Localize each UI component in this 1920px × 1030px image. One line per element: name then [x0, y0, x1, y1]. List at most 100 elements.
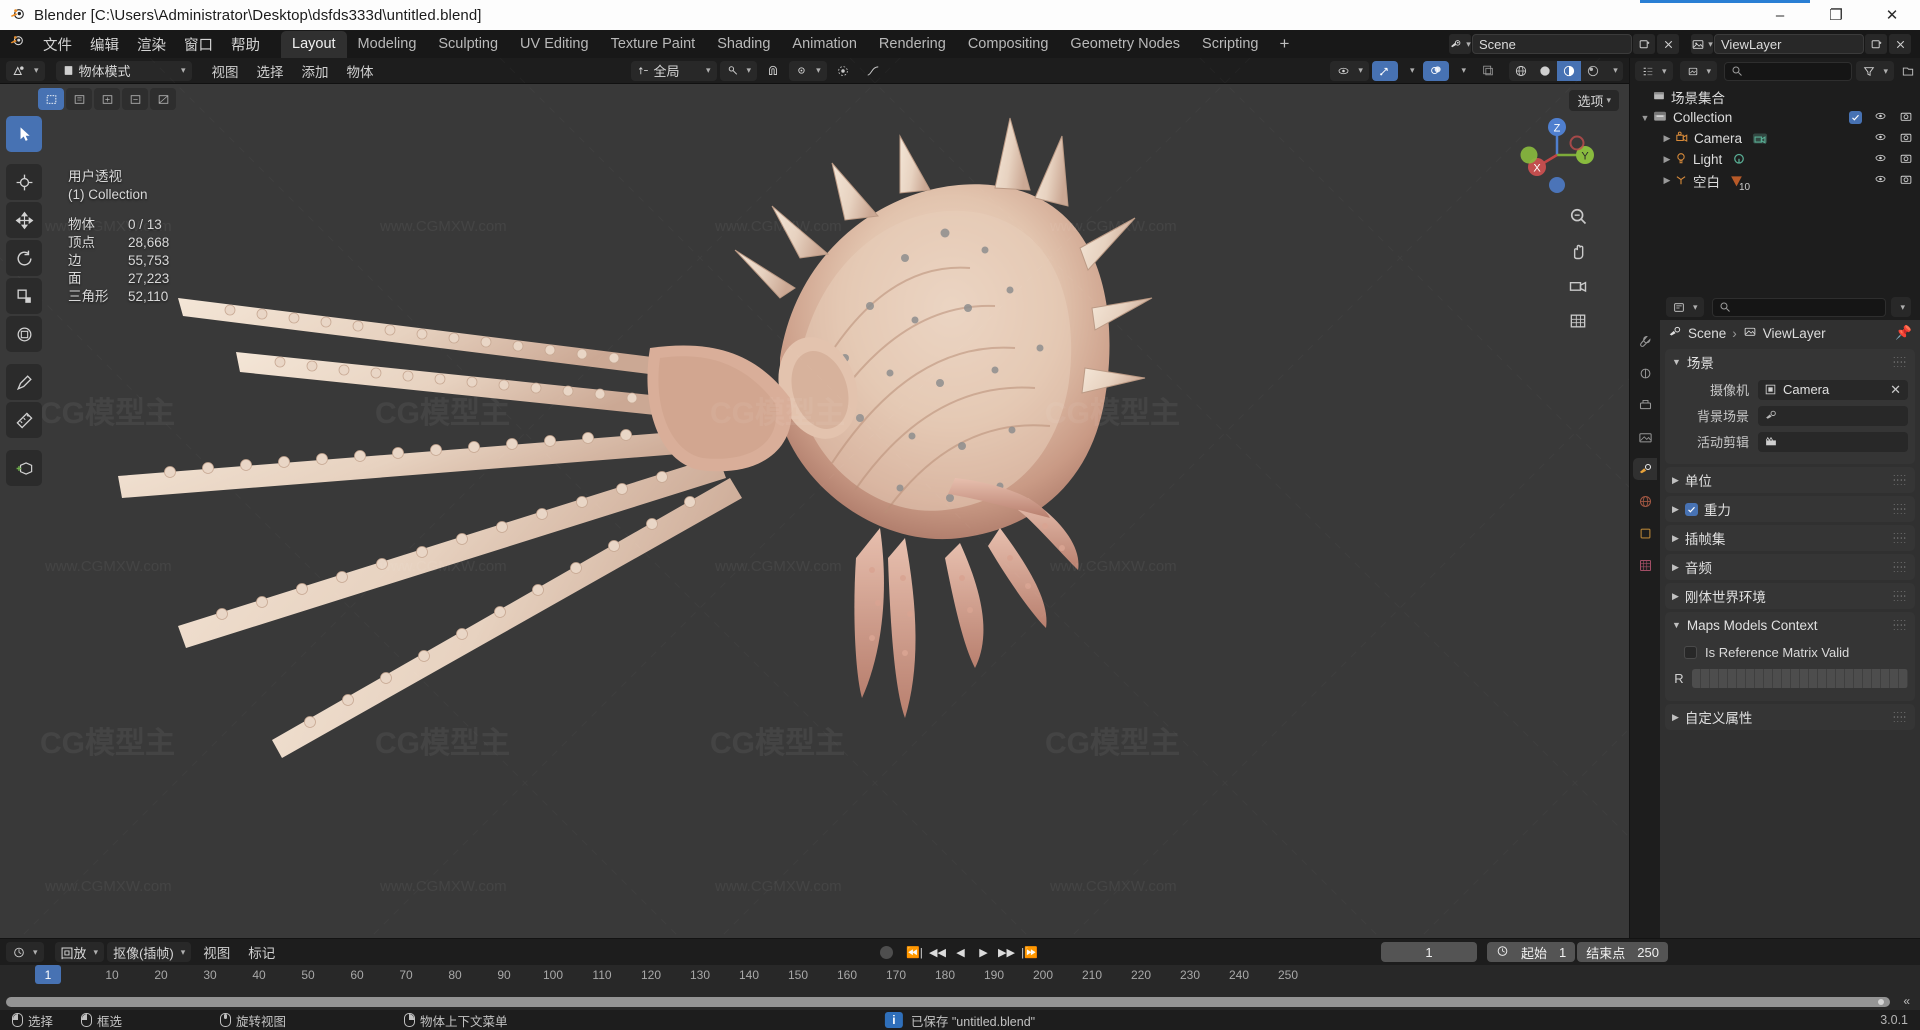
- tab-shading[interactable]: Shading: [706, 31, 781, 58]
- properties-search-input[interactable]: [1711, 297, 1887, 317]
- tab-compositing[interactable]: Compositing: [957, 31, 1060, 58]
- menu-help[interactable]: 帮助: [222, 31, 269, 58]
- tab-render-properties[interactable]: [1633, 362, 1657, 384]
- tool-annotate[interactable]: [6, 364, 42, 400]
- new-scene-icon[interactable]: [1633, 34, 1655, 54]
- tool-measure[interactable]: [6, 402, 42, 438]
- outliner-editor-type-button[interactable]: ▾: [1635, 61, 1673, 81]
- outliner-row-collection[interactable]: ▼ Collection: [1630, 107, 1920, 128]
- empty-disclosure-right-icon[interactable]: ▶: [1660, 175, 1674, 186]
- viewport-3d[interactable]: ▾ 物体模式 ▾ 视图 选择 添加 物体 全局 ▾ ▾ ▾ ▾ ▾ ▾ ▾ 用户…: [0, 58, 1629, 938]
- panel-audio-disclosure-right-icon[interactable]: ▶: [1672, 562, 1679, 573]
- tool-move[interactable]: [6, 202, 42, 238]
- previous-keyframe-button[interactable]: ◀◀: [927, 942, 948, 962]
- active-clip-selector-field[interactable]: [1758, 431, 1908, 452]
- panel-units-disclosure-right-icon[interactable]: ▶: [1672, 475, 1679, 486]
- light-disclosure-right-icon[interactable]: ▶: [1660, 154, 1674, 165]
- panel-audio-header[interactable]: ▶ 音频 ::::::::: [1665, 554, 1915, 580]
- modifier-icon[interactable]: 10: [1728, 173, 1750, 193]
- select-subtract-mode-icon[interactable]: [122, 88, 148, 110]
- frame-end-field[interactable]: 结束点 250: [1577, 942, 1668, 962]
- panel-grip-icon[interactable]: ::::::::: [1893, 560, 1907, 574]
- menu-edit[interactable]: 编辑: [81, 31, 128, 58]
- timeline-menu-view[interactable]: 视图: [194, 940, 239, 964]
- delete-scene-icon[interactable]: [1657, 34, 1679, 54]
- collection-enable-checkbox[interactable]: [1849, 111, 1862, 124]
- camera-data-icon[interactable]: [1750, 130, 1770, 147]
- new-viewlayer-icon[interactable]: [1865, 34, 1887, 54]
- select-box-mode-icon[interactable]: [38, 88, 64, 110]
- scene-name-field[interactable]: Scene: [1472, 34, 1632, 54]
- select-extend-mode-icon[interactable]: [94, 88, 120, 110]
- tab-scene-properties[interactable]: [1633, 458, 1657, 480]
- tab-layout[interactable]: Layout: [281, 30, 347, 58]
- properties-options-dropdown[interactable]: ▾: [1891, 297, 1911, 317]
- panel-grip-icon[interactable]: ::::::::: [1893, 589, 1907, 603]
- tab-rendering[interactable]: Rendering: [868, 31, 957, 58]
- toggle-orthographic-icon[interactable]: [1565, 308, 1591, 334]
- minimize-button[interactable]: –: [1752, 0, 1808, 30]
- timeline-menu-keying[interactable]: 抠像(插帧) ▾: [107, 942, 192, 962]
- tool-transform[interactable]: [6, 316, 42, 352]
- is-reference-matrix-valid-checkbox[interactable]: [1684, 646, 1697, 659]
- panel-gravity-disclosure-right-icon[interactable]: ▶: [1672, 504, 1679, 515]
- viewport-options-dropdown[interactable]: 选项 ▾: [1569, 90, 1619, 111]
- panel-keying-sets-disclosure-right-icon[interactable]: ▶: [1672, 533, 1679, 544]
- tool-add-cube[interactable]: [6, 450, 42, 486]
- panel-maps-models-context-header[interactable]: ▼ Maps Models Context ::::::::: [1665, 612, 1915, 638]
- move-view-icon[interactable]: [1565, 238, 1591, 264]
- tab-scripting[interactable]: Scripting: [1191, 31, 1269, 58]
- collection-disclosure-down-icon[interactable]: ▼: [1638, 113, 1652, 123]
- menu-window[interactable]: 窗口: [175, 31, 222, 58]
- panel-gravity-header[interactable]: ▶ 重力 ::::::::: [1665, 496, 1915, 522]
- tab-world-properties[interactable]: [1633, 490, 1657, 512]
- timeline-collapse-icon[interactable]: «: [1903, 994, 1910, 1008]
- outliner-row-light[interactable]: ▶ Light: [1630, 149, 1920, 170]
- panel-grip-icon[interactable]: ::::::::: [1893, 618, 1907, 632]
- timeline-menu-marker[interactable]: 标记: [239, 940, 284, 964]
- timeline-ruler[interactable]: 1 10 20 30 40 50 60 70 80 90 100 110 120…: [0, 965, 1920, 989]
- outliner-new-collection-icon[interactable]: [1901, 64, 1915, 78]
- clear-camera-icon[interactable]: ✕: [1890, 382, 1901, 398]
- tab-animation[interactable]: Animation: [781, 31, 867, 58]
- panel-custom-properties-header[interactable]: ▶ 自定义属性 ::::::::: [1665, 704, 1915, 730]
- viewlayer-name-field[interactable]: ViewLayer: [1714, 34, 1864, 54]
- scene-browse-icon[interactable]: ▾: [1449, 34, 1471, 54]
- navigation-gizmo[interactable]: Z Y X: [1515, 113, 1599, 197]
- tab-output-properties[interactable]: [1633, 394, 1657, 416]
- tab-sculpting[interactable]: Sculpting: [427, 31, 509, 58]
- pin-icon[interactable]: 📌: [1895, 325, 1912, 341]
- panel-grip-icon[interactable]: ::::::::: [1893, 502, 1907, 516]
- panel-grip-icon[interactable]: ::::::::: [1893, 355, 1907, 369]
- panel-rigid-body-world-header[interactable]: ▶ 刚体世界环境 ::::::::: [1665, 583, 1915, 609]
- scrollbar-resize-handle[interactable]: [1878, 999, 1884, 1005]
- r-slider-track[interactable]: [1692, 669, 1908, 688]
- zoom-view-icon[interactable]: [1565, 203, 1591, 229]
- panel-units-header[interactable]: ▶ 单位 ::::::::: [1665, 467, 1915, 493]
- auto-keying-toggle[interactable]: [880, 945, 893, 959]
- light-data-icon[interactable]: [1730, 151, 1748, 168]
- outliner-row-camera[interactable]: ▶ Camera: [1630, 128, 1920, 149]
- frame-start-field[interactable]: 起始 1: [1487, 942, 1576, 962]
- tab-geometry-nodes[interactable]: Geometry Nodes: [1059, 31, 1191, 58]
- breadcrumb-scene-label[interactable]: Scene: [1688, 326, 1726, 341]
- timeline-menu-playback[interactable]: 回放 ▾: [54, 942, 105, 962]
- collection-disable-render-icon[interactable]: [1899, 110, 1913, 126]
- play-button[interactable]: ▶: [973, 942, 994, 962]
- panel-grip-icon[interactable]: ::::::::: [1893, 473, 1907, 487]
- current-frame-field[interactable]: 1: [1381, 942, 1478, 962]
- close-button[interactable]: ✕: [1864, 0, 1920, 30]
- menu-file[interactable]: 文件: [34, 31, 81, 58]
- tab-texture-properties[interactable]: [1633, 554, 1657, 576]
- playhead[interactable]: 1: [35, 965, 61, 984]
- outliner-root-row[interactable]: 场景集合: [1630, 86, 1920, 107]
- tab-uv-editing[interactable]: UV Editing: [509, 31, 600, 58]
- collection-hide-viewport-icon[interactable]: [1873, 110, 1888, 125]
- tab-object-properties[interactable]: [1633, 522, 1657, 544]
- panel-rigid-body-disclosure-right-icon[interactable]: ▶: [1672, 591, 1679, 602]
- next-keyframe-button[interactable]: ▶▶: [996, 942, 1017, 962]
- remove-viewlayer-icon[interactable]: [1889, 34, 1911, 54]
- outliner-search-input[interactable]: [1724, 61, 1853, 81]
- jump-to-end-button[interactable]: |⏩: [1019, 942, 1040, 962]
- gravity-checkbox[interactable]: [1684, 502, 1698, 516]
